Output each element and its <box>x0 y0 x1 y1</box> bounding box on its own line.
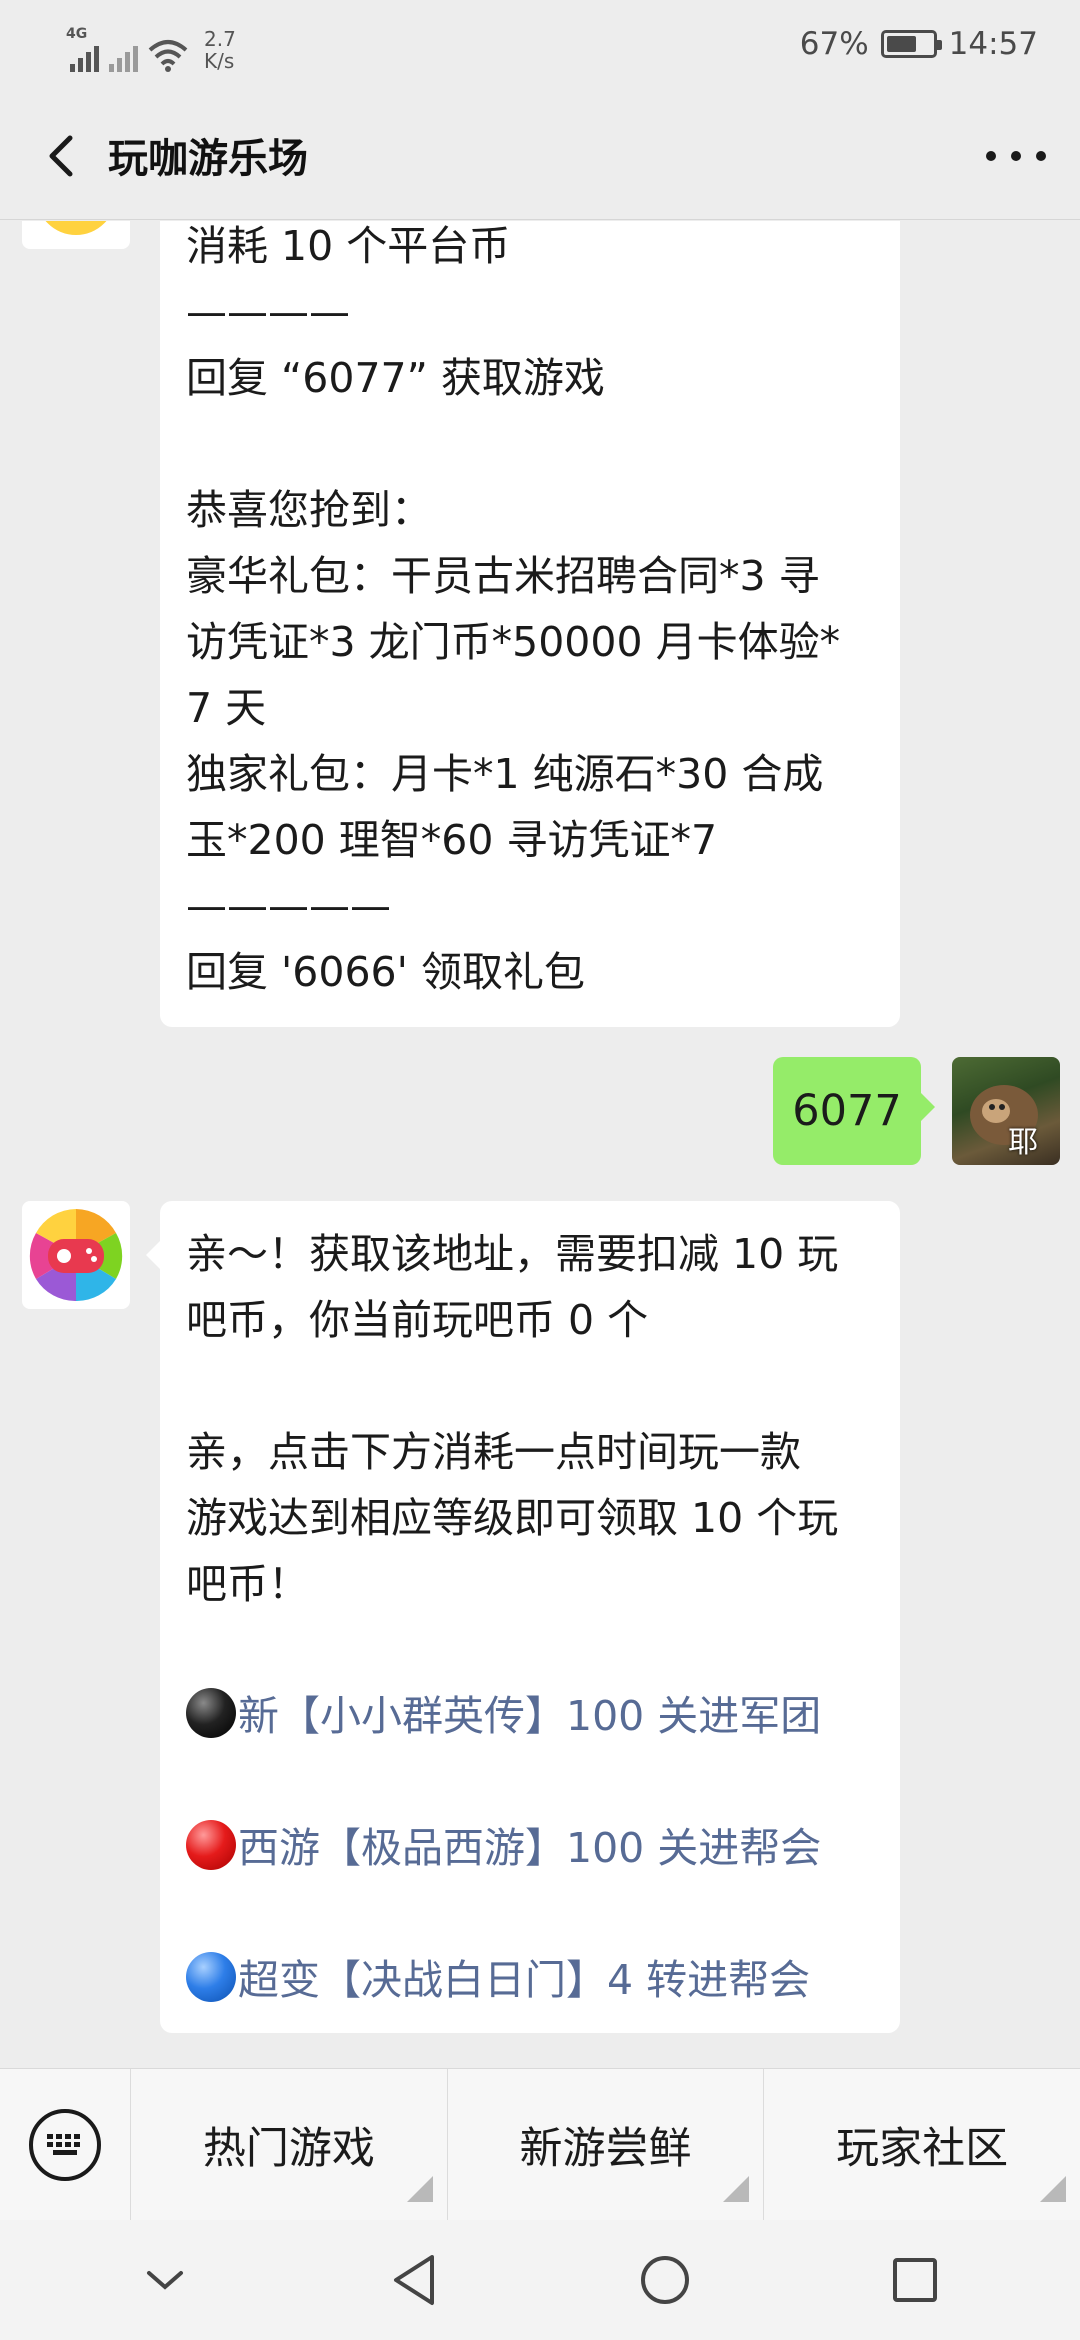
game-link-2[interactable]: 西游【极品西游】100 关进帮会 <box>186 1815 874 1881</box>
bot-text-line: 访凭证*3 龙门币*50000 月卡体验* <box>186 618 841 666</box>
menu-label: 新游尝鲜 <box>519 2123 692 2174</box>
bot-text-line: 独家礼包：月卡*1 纯源石*30 合成 <box>186 750 824 798</box>
keyboard-toggle-button[interactable] <box>0 2069 130 2220</box>
network-type: 4G <box>66 26 88 42</box>
black-ball-icon <box>186 1688 236 1738</box>
battery-percent: 67% <box>799 26 869 62</box>
bot-avatar-partial[interactable] <box>22 221 130 249</box>
status-right: 67% 14:57 <box>800 26 1038 62</box>
more-options-icon[interactable] <box>986 136 1046 176</box>
game-logo-icon <box>29 1209 123 1302</box>
square-recents-icon <box>893 2258 937 2302</box>
menu-community[interactable]: 玩家社区 <box>763 2069 1080 2220</box>
system-navigation-bar <box>0 2220 1080 2340</box>
game-link-3[interactable]: 超变【决战白日门】4 转进帮会 <box>186 1947 874 2013</box>
triangle-back-icon <box>394 2255 434 2305</box>
blue-ball-icon <box>186 1952 236 2002</box>
bot-text-line: 回复 “6077” 获取游戏 <box>186 354 605 402</box>
keyboard-icon <box>29 2108 101 2181</box>
bot-text-line: 吧币！ <box>186 1560 309 1608</box>
bot-text-line: 恭喜您抢到： <box>186 486 432 534</box>
game-link-1[interactable]: 新【小小群英传】100 关进军团 <box>186 1683 874 1749</box>
signal-off-icon <box>109 46 138 72</box>
bot-text-line <box>186 411 874 477</box>
game-logo-icon <box>45 221 107 235</box>
bot-text-line: ———— <box>186 288 350 336</box>
hide-nav-button[interactable] <box>120 2235 210 2325</box>
recents-button[interactable] <box>870 2235 960 2325</box>
bot-message-bubble: 亲～！获取该地址，需要扣减 10 玩 吧币，你当前玩吧币 0 个 亲，点击下方消… <box>146 1201 900 2033</box>
menu-label: 热门游戏 <box>202 2123 375 2174</box>
bot-avatar[interactable] <box>22 1201 130 1309</box>
back-button[interactable] <box>370 2235 460 2325</box>
back-arrow-icon[interactable] <box>36 128 92 184</box>
red-ball-icon <box>186 1820 236 1870</box>
chat-area[interactable]: 消耗 10 个平台币 ———— 回复 “6077” 获取游戏 恭喜您抢到： 豪华礼包：干… <box>0 221 1080 2067</box>
chevron-down-icon <box>147 2271 183 2290</box>
monkey-photo-icon <box>970 1085 1038 1145</box>
network-speed: 2.7 K/s <box>204 27 236 73</box>
menu-hot-games[interactable]: 热门游戏 <box>130 2069 447 2220</box>
bot-text-line: 亲～！获取该地址，需要扣减 10 玩 <box>186 1230 839 1278</box>
avatar-caption: 耶 <box>1008 1125 1038 1160</box>
bot-text-line: 豪华礼包：干员古米招聘合同*3 寻 <box>186 552 820 600</box>
bot-text-line: 7 天 <box>186 684 267 732</box>
bot-text-line: 回复 '6066' 领取礼包 <box>186 948 585 996</box>
home-button[interactable] <box>620 2235 710 2325</box>
bot-text-line: 消耗 10 个平台币 <box>186 222 511 270</box>
chat-title: 玩咖游乐场 <box>108 136 308 182</box>
bot-text-line: 亲，点击下方消耗一点时间玩一款 <box>186 1428 801 1476</box>
user-avatar[interactable]: 耶 <box>952 1057 1060 1165</box>
bot-text-line: ————— <box>186 882 391 930</box>
circle-home-icon <box>641 2256 689 2304</box>
status-bar: 4G 2.7 K/s 67% 14:57 <box>0 0 1080 92</box>
bottom-menu: 热门游戏 新游尝鲜 玩家社区 <box>0 2068 1080 2220</box>
clock: 14:57 <box>948 26 1038 62</box>
status-left: 4G 2.7 K/s <box>66 22 236 73</box>
battery-icon <box>880 30 942 58</box>
wifi-icon <box>148 40 188 72</box>
bot-message-text: 消耗 10 个平台币 ———— 回复 “6077” 获取游戏 恭喜您抢到： 豪华礼包：干… <box>186 221 874 1005</box>
user-message-bubble: 6077 <box>773 1057 935 1165</box>
menu-new-games[interactable]: 新游尝鲜 <box>446 2069 764 2220</box>
bot-text-line: 游戏达到相应等级即可领取 10 个玩 <box>186 1494 839 1542</box>
chat-header: 玩咖游乐场 <box>0 92 1080 220</box>
bot-text-line: 吧币，你当前玩吧币 0 个 <box>186 1296 649 1344</box>
bot-message-bubble: 消耗 10 个平台币 ———— 回复 “6077” 获取游戏 恭喜您抢到： 豪华礼包：干… <box>160 221 900 1027</box>
user-message-text: 6077 <box>792 1086 902 1136</box>
signal-icon: 4G <box>66 26 99 72</box>
menu-label: 玩家社区 <box>836 2123 1009 2174</box>
bot-text-line: 玉*200 理智*60 寻访凭证*7 <box>186 816 718 864</box>
